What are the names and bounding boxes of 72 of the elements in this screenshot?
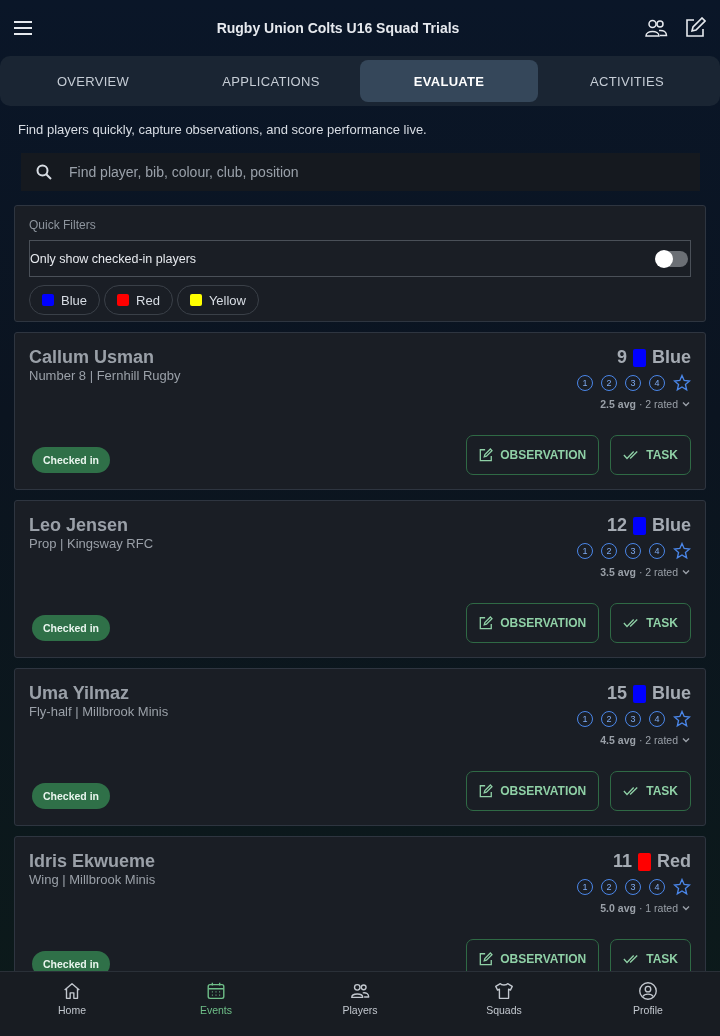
bib-number: 12 <box>606 515 627 536</box>
nav-tab[interactable]: Squads <box>432 972 576 1036</box>
star-icon[interactable] <box>673 710 691 728</box>
page-title: Rugby Union Colts U16 Squad Trials <box>215 20 461 36</box>
rated-count: · 1 rated <box>638 902 678 914</box>
team-name: Blue <box>652 683 691 704</box>
average-score: 5.0 avg <box>600 902 636 914</box>
shirt-icon <box>493 980 515 1002</box>
player-name: Uma Yilmaz <box>29 683 131 704</box>
nav-tab[interactable]: Home <box>0 972 144 1036</box>
tab[interactable]: APPLICATIONS <box>182 60 360 102</box>
bib-number: 9 <box>616 347 627 368</box>
edit-icon <box>684 17 706 39</box>
toggle-switch[interactable] <box>656 250 688 267</box>
status-badge: Checked in <box>32 447 111 473</box>
player-name: Leo Jensen <box>29 515 130 536</box>
status-badge: Checked in <box>32 951 111 971</box>
observation-button[interactable]: OBSERVATION <box>466 603 600 643</box>
tab[interactable]: ACTIVITIES <box>538 60 716 102</box>
bib-number: 15 <box>606 683 627 704</box>
edit-icon <box>479 784 494 798</box>
chevron-down-icon[interactable] <box>681 400 691 408</box>
player-detail: Wing | Millbrook Minis <box>29 872 156 887</box>
nav-tab[interactable]: Players <box>288 972 432 1036</box>
team-name: Blue <box>652 515 691 536</box>
observation-button[interactable]: OBSERVATION <box>466 771 600 811</box>
double-check-icon <box>623 953 640 965</box>
filters-title: Quick Filters <box>29 218 97 232</box>
status-badge: Checked in <box>32 783 111 809</box>
star-icon[interactable] <box>673 878 691 896</box>
bib-number: 11 <box>612 851 632 872</box>
people-icon <box>644 17 668 39</box>
profile-icon <box>637 980 659 1002</box>
rated-count: · 2 rated <box>638 566 678 578</box>
player-detail: Fly-half | Millbrook Minis <box>29 704 169 719</box>
average-score: 4.5 avg <box>600 734 636 746</box>
team-name: Red <box>657 851 691 872</box>
average-score: 3.5 avg <box>600 566 636 578</box>
edit-icon <box>479 448 494 462</box>
double-check-icon <box>623 449 640 461</box>
task-button[interactable]: TASK <box>610 771 691 811</box>
chevron-down-icon[interactable] <box>681 904 691 912</box>
toggle-label: Only show checked-in players <box>30 251 197 266</box>
team-name: Blue <box>652 347 691 368</box>
calendar-icon <box>205 980 227 1002</box>
search-field[interactable]: Find player, bib, colour, club, position <box>21 153 700 191</box>
status-badge: Checked in <box>32 615 111 641</box>
player-detail: Prop | Kingsway RFC <box>29 536 154 551</box>
double-check-icon <box>623 785 640 797</box>
task-button[interactable]: TASK <box>610 435 691 475</box>
home-icon <box>61 980 83 1002</box>
player-name: Idris Ekwueme <box>29 851 156 872</box>
chevron-down-icon[interactable] <box>681 736 691 744</box>
player-name: Callum Usman <box>29 347 156 368</box>
intro-text: Find players quickly, capture observations, and score performance live. <box>17 121 428 137</box>
rated-count: · 2 rated <box>638 734 678 746</box>
player-detail: Number 8 | Fernhill Rugby <box>29 368 181 383</box>
double-check-icon <box>623 617 640 629</box>
task-button[interactable]: TASK <box>610 603 691 643</box>
star-icon[interactable] <box>673 542 691 560</box>
star-icon[interactable] <box>673 374 691 392</box>
rated-count: · 2 rated <box>638 398 678 410</box>
menu-icon <box>14 21 32 35</box>
edit-icon <box>479 616 494 630</box>
tab[interactable]: OVERVIEW <box>4 60 182 102</box>
nav-tab[interactable]: Events <box>144 972 288 1036</box>
edit-icon <box>479 952 494 966</box>
tab[interactable]: EVALUATE <box>360 60 538 102</box>
chevron-down-icon[interactable] <box>681 568 691 576</box>
average-score: 2.5 avg <box>600 398 636 410</box>
nav-tab[interactable]: Profile <box>576 972 720 1036</box>
observation-button[interactable]: OBSERVATION <box>466 435 600 475</box>
